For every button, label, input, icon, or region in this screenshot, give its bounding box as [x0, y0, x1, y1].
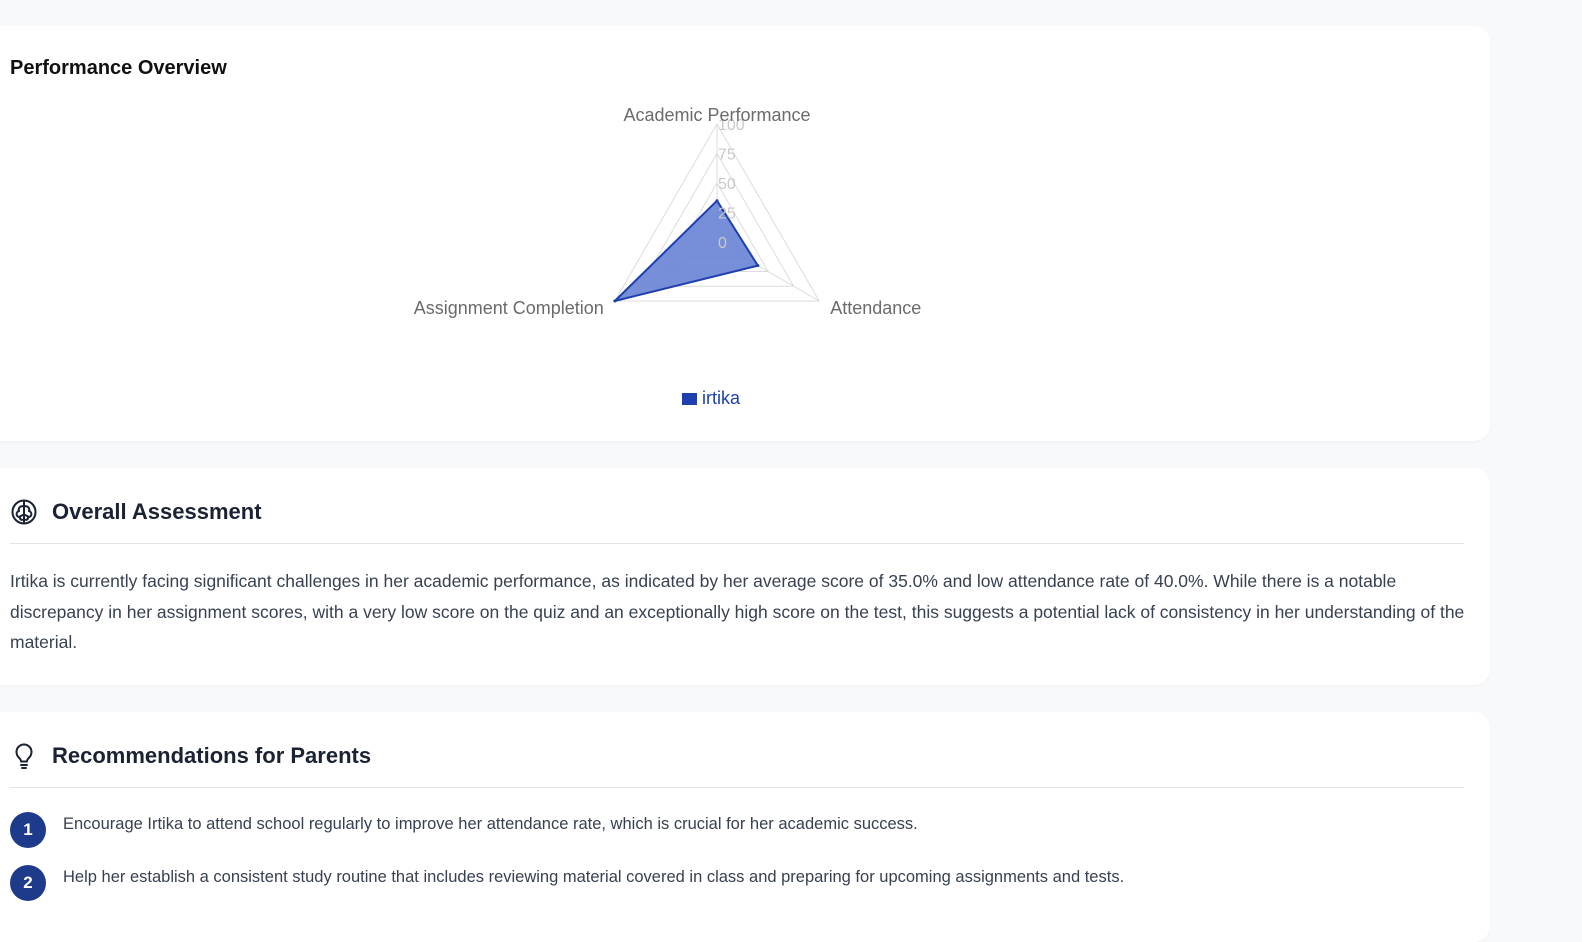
- recommendation-number-badge: 2: [10, 864, 46, 901]
- radar-tick-label: 0: [718, 235, 727, 252]
- recommendation-text: Encourage Irtika to attend school regula…: [63, 815, 918, 833]
- recommendation-item: 1 Encourage Irtika to attend school regu…: [10, 808, 1450, 848]
- recommendation-item: 2 Help her establish a consistent study …: [10, 861, 1450, 901]
- lightbulb-icon: [10, 742, 38, 770]
- radar-data-point: [756, 264, 760, 268]
- overall-assessment-title: Overall Assessment: [52, 499, 262, 524]
- overall-assessment-header: Overall Assessment: [10, 496, 262, 528]
- recommendation-text: Help her establish a consistent study ro…: [63, 868, 1125, 886]
- axis-label-assignment-completion: Assignment Completion: [414, 298, 604, 318]
- recommendations-header: Recommendations for Parents: [10, 740, 371, 772]
- recommendations-title: Recommendations for Parents: [52, 743, 372, 768]
- assessment-text: Irtika is currently facing significant c…: [10, 571, 1465, 652]
- divider: [10, 787, 1464, 788]
- legend-label: irtika: [702, 388, 741, 408]
- axis-label-academic-performance: Academic Performance: [623, 105, 810, 125]
- performance-overview-title: Performance Overview: [10, 57, 227, 79]
- brain-icon: [10, 498, 38, 526]
- radar-tick-label: 75: [718, 147, 736, 164]
- recommendation-number-badge: 1: [10, 811, 46, 848]
- recommendations-list: 1 Encourage Irtika to attend school regu…: [10, 808, 1450, 914]
- overall-assessment-card: Overall Assessment Irtika is currently f…: [0, 468, 1490, 685]
- radar-tick-label: 50: [718, 176, 736, 193]
- radar-data-point: [613, 299, 617, 303]
- radar-chart: 0255075100Academic PerformanceAttendance…: [414, 105, 922, 408]
- radar-tick-label: 25: [718, 206, 736, 223]
- divider: [10, 543, 1464, 544]
- axis-label-attendance: Attendance: [830, 298, 921, 318]
- performance-overview-card: 0 25 50 75 100 Academic Performance Attendance…: [0, 26, 1490, 441]
- legend-swatch: [682, 393, 697, 405]
- radar-data-point: [715, 199, 719, 203]
- recommendations-card: Recommendations for Parents 1 Encourage …: [0, 712, 1490, 942]
